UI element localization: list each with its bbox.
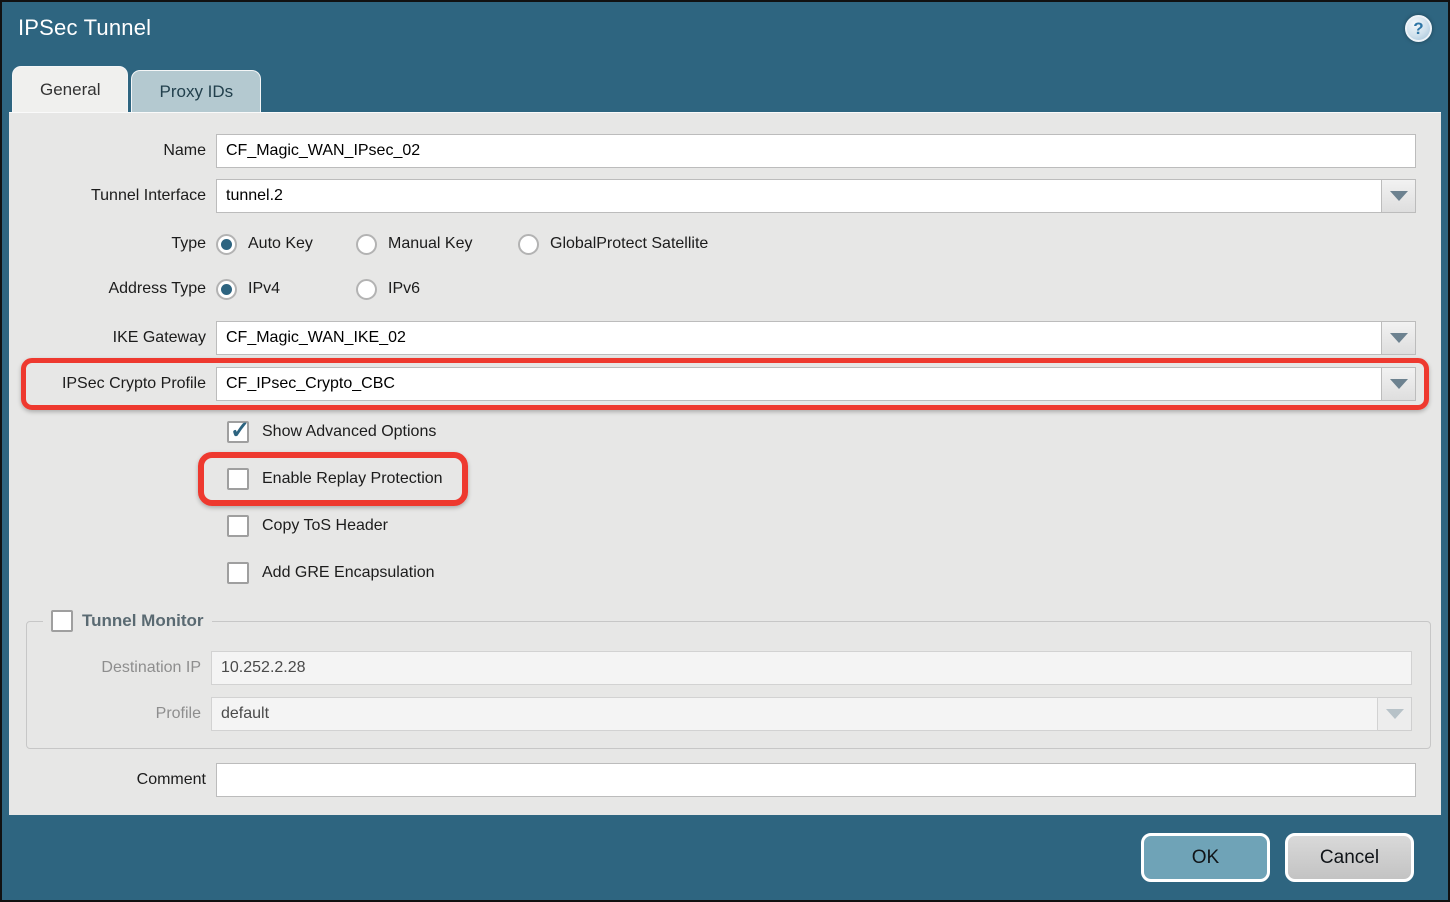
profile-label: Profile <box>27 705 211 723</box>
ipsec-tunnel-dialog: IPSec Tunnel ? General Proxy IDs Name CF… <box>0 0 1450 902</box>
dialog-footer: OK Cancel <box>2 815 1448 900</box>
profile-row: Profile default <box>27 697 1412 731</box>
show-advanced-options-checkbox-row[interactable]: Show Advanced Options <box>227 419 436 445</box>
destination-ip-row: Destination IP 10.252.2.28 <box>27 651 1412 685</box>
show-advanced-options-label: Show Advanced Options <box>262 423 436 441</box>
help-icon[interactable]: ? <box>1405 15 1432 42</box>
add-gre-encapsulation-label: Add GRE Encapsulation <box>262 564 435 582</box>
name-label: Name <box>9 142 216 160</box>
general-tab-panel: Name CF_Magic_WAN_IPsec_02 Tunnel Interf… <box>9 112 1441 815</box>
ok-button[interactable]: OK <box>1141 833 1270 882</box>
tab-proxy-ids[interactable]: Proxy IDs <box>131 70 261 112</box>
destination-ip-label: Destination IP <box>27 659 211 677</box>
tunnel-monitor-group: Tunnel Monitor Destination IP 10.252.2.2… <box>26 610 1431 749</box>
radio-auto-key-label: Auto Key <box>248 235 313 253</box>
tunnel-interface-row: Tunnel Interface tunnel.2 <box>9 179 1416 213</box>
tab-bar: General Proxy IDs <box>2 64 1448 112</box>
checkbox-unchecked-icon[interactable] <box>227 562 249 584</box>
tunnel-interface-input[interactable]: tunnel.2 <box>216 179 1382 213</box>
radio-ipv6[interactable]: IPv6 <box>356 279 496 300</box>
radio-globalprotect-satellite-label: GlobalProtect Satellite <box>550 235 708 253</box>
tunnel-monitor-legend: Tunnel Monitor <box>43 610 212 632</box>
add-gre-encapsulation-checkbox-row[interactable]: Add GRE Encapsulation <box>227 560 435 586</box>
ipsec-crypto-profile-label: IPSec Crypto Profile <box>9 375 216 393</box>
dialog-titlebar: IPSec Tunnel ? <box>2 2 1448 64</box>
radio-ipv4[interactable]: IPv4 <box>216 279 356 300</box>
ike-gateway-input[interactable]: CF_Magic_WAN_IKE_02 <box>216 321 1382 355</box>
tunnel-interface-label: Tunnel Interface <box>9 187 216 205</box>
checkbox-checked-icon[interactable] <box>227 421 249 443</box>
type-label: Type <box>9 235 216 253</box>
ipsec-crypto-profile-row-highlighted: IPSec Crypto Profile CF_IPsec_Crypto_CBC <box>9 367 1416 401</box>
radio-button-icon[interactable] <box>216 234 237 255</box>
radio-globalprotect-satellite[interactable]: GlobalProtect Satellite <box>518 234 708 255</box>
address-type-row: Address Type IPv4 IPv6 <box>9 276 1416 302</box>
name-input[interactable]: CF_Magic_WAN_IPsec_02 <box>216 134 1416 168</box>
advanced-options-group: Show Advanced Options Enable Replay Prot… <box>9 419 1441 607</box>
radio-manual-key[interactable]: Manual Key <box>356 234 518 255</box>
copy-tos-header-checkbox-row[interactable]: Copy ToS Header <box>227 513 388 539</box>
profile-dropdown-button <box>1378 697 1412 731</box>
tunnel-monitor-checkbox[interactable] <box>51 610 73 632</box>
copy-tos-header-label: Copy ToS Header <box>262 517 388 535</box>
radio-ipv4-label: IPv4 <box>248 280 280 298</box>
radio-button-icon[interactable] <box>518 234 539 255</box>
tunnel-monitor-legend-label: Tunnel Monitor <box>82 611 204 631</box>
ipsec-crypto-profile-dropdown-button[interactable] <box>1382 367 1416 401</box>
destination-ip-input: 10.252.2.28 <box>211 651 1412 685</box>
chevron-down-icon <box>1390 379 1408 389</box>
ike-gateway-row: IKE Gateway CF_Magic_WAN_IKE_02 <box>9 321 1416 355</box>
enable-replay-protection-checkbox-row-highlighted[interactable]: Enable Replay Protection <box>227 466 443 492</box>
radio-manual-key-label: Manual Key <box>388 235 473 253</box>
chevron-down-icon <box>1386 709 1404 719</box>
profile-input: default <box>211 697 1378 731</box>
enable-replay-protection-label: Enable Replay Protection <box>262 470 443 488</box>
radio-ipv6-label: IPv6 <box>388 280 420 298</box>
dialog-title: IPSec Tunnel <box>18 15 151 41</box>
tab-general[interactable]: General <box>12 66 128 112</box>
tunnel-interface-dropdown-button[interactable] <box>1382 179 1416 213</box>
radio-button-icon[interactable] <box>356 234 377 255</box>
comment-label: Comment <box>9 771 216 789</box>
checkbox-unchecked-icon[interactable] <box>227 468 249 490</box>
chevron-down-icon <box>1390 333 1408 343</box>
chevron-down-icon <box>1390 191 1408 201</box>
ike-gateway-dropdown-button[interactable] <box>1382 321 1416 355</box>
name-row: Name CF_Magic_WAN_IPsec_02 <box>9 134 1416 168</box>
ipsec-crypto-profile-input[interactable]: CF_IPsec_Crypto_CBC <box>216 367 1382 401</box>
radio-auto-key[interactable]: Auto Key <box>216 234 356 255</box>
comment-row: Comment <box>9 763 1416 797</box>
radio-button-icon[interactable] <box>216 279 237 300</box>
ike-gateway-label: IKE Gateway <box>9 329 216 347</box>
checkbox-unchecked-icon[interactable] <box>227 515 249 537</box>
radio-button-icon[interactable] <box>356 279 377 300</box>
type-row: Type Auto Key Manual Key GlobalProtect S… <box>9 231 1416 257</box>
comment-input[interactable] <box>216 763 1416 797</box>
address-type-label: Address Type <box>9 280 216 298</box>
cancel-button[interactable]: Cancel <box>1285 833 1414 882</box>
